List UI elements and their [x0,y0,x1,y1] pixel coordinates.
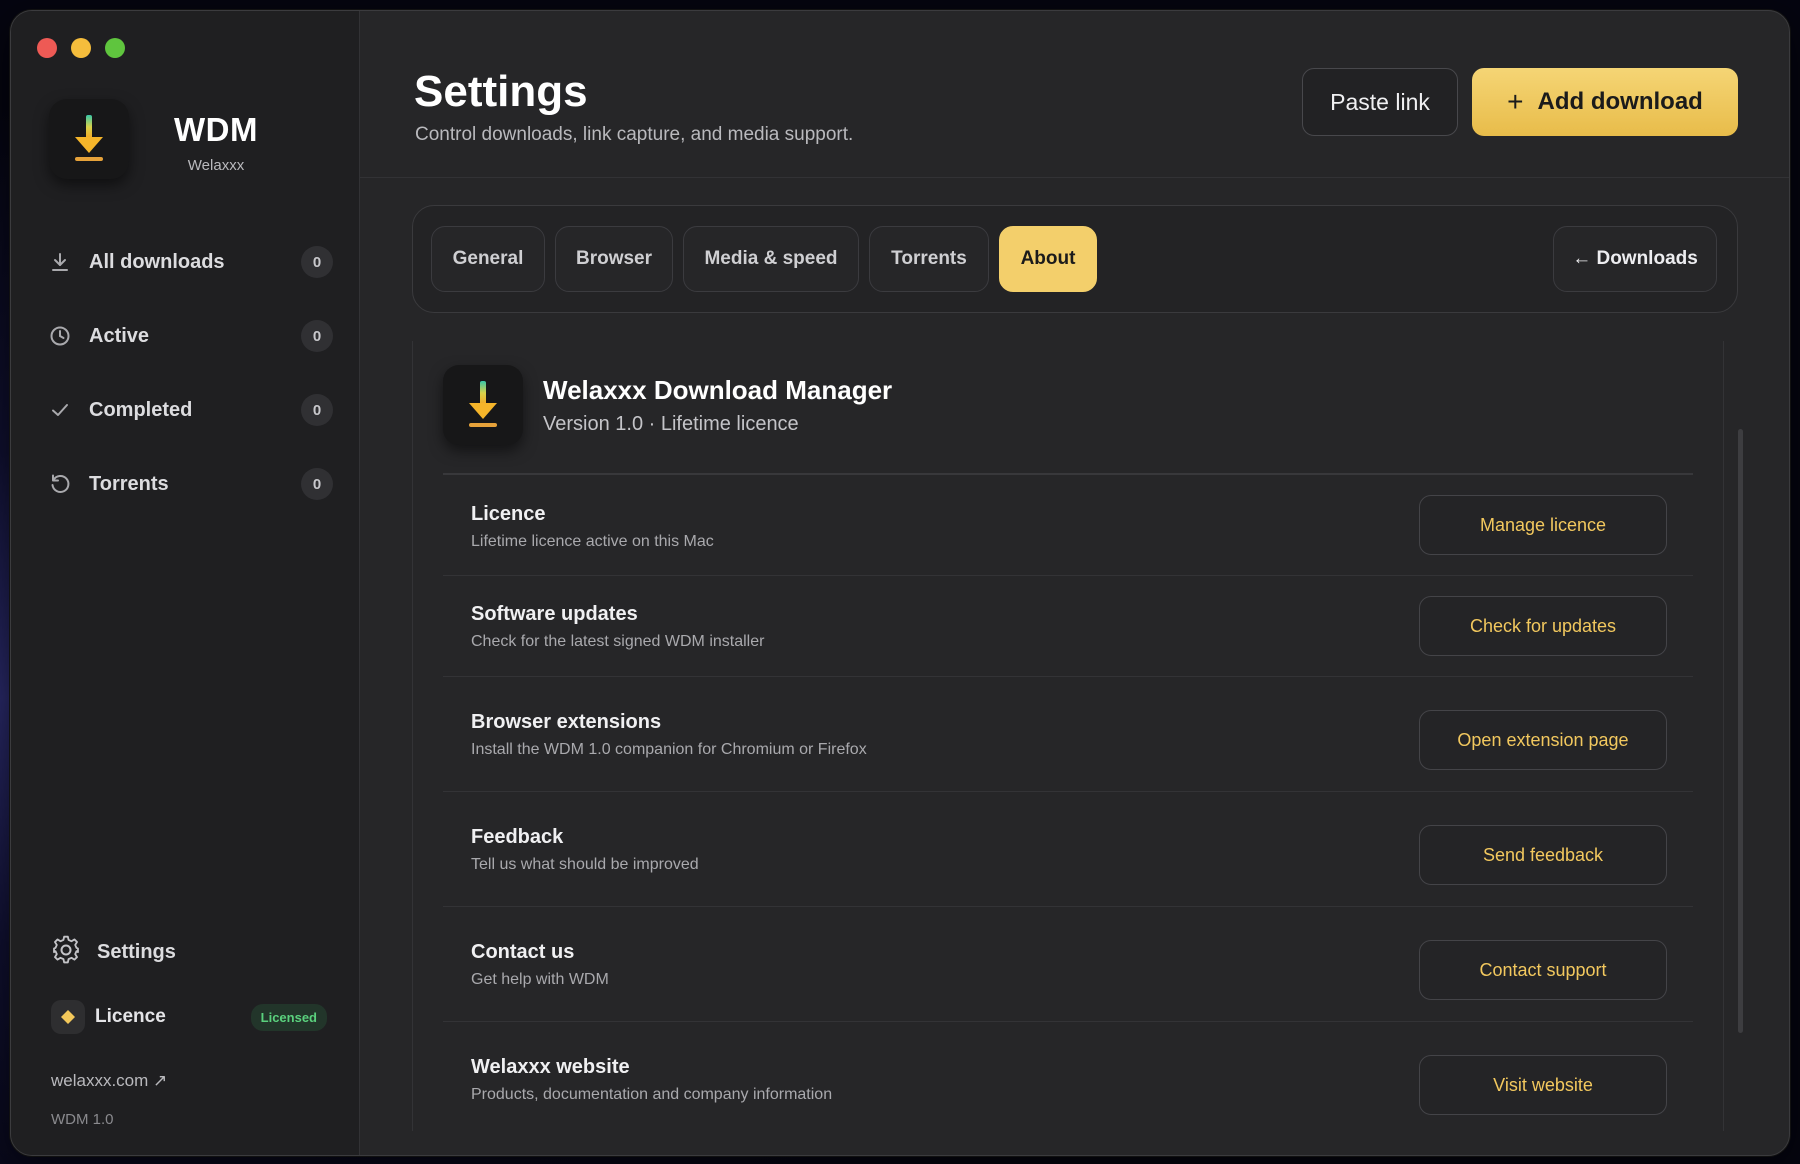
tab-media-speed[interactable]: Media & speed [683,226,859,292]
list-item-licence: Licence Lifetime licence active on this … [443,475,1693,576]
send-feedback-button[interactable]: Send feedback [1419,825,1667,885]
page-subtitle: Control downloads, link capture, and med… [415,124,854,145]
paste-link-button[interactable]: Paste link [1302,68,1458,136]
licensed-status-badge: Licensed [250,1003,327,1031]
scrollbar[interactable] [1738,429,1743,1033]
settings-label: Settings [97,941,176,963]
check-for-updates-button[interactable]: Check for updates [1419,596,1667,656]
count-badge: 0 [301,320,333,352]
add-download-label: Add download [1537,88,1703,115]
settings-tabbar: General Browser Media & speed Torrents A… [412,205,1738,313]
row-title: Browser extensions [471,711,662,733]
manage-licence-button[interactable]: Manage licence [1419,495,1667,555]
sidebar-item-label: Completed [89,398,193,421]
sidebar-item-torrents[interactable]: Torrents 0 [47,447,337,521]
app-name: Welaxxx Download Manager [543,375,893,405]
minimize-window-button[interactable] [71,38,91,58]
website-link[interactable]: welaxxx.com ↗ [51,1071,167,1091]
row-description: Install the WDM 1.0 companion for Chromi… [471,741,867,758]
page-header: Settings Control downloads, link capture… [360,11,1789,178]
count-badge: 0 [301,246,333,278]
download-icon [47,249,73,275]
sidebar: WDM Welaxxx All downloads 0 Active 0 Com… [11,11,360,1155]
clock-icon [47,323,73,349]
licence-label: Licence [95,1006,166,1027]
sidebar-item-label: Torrents [89,472,169,495]
version-line: Version 1.0 · Lifetime licence [543,413,799,435]
count-badge: 0 [301,394,333,426]
version-footer: WDM 1.0 [51,1111,114,1128]
open-extension-page-button[interactable]: Open extension page [1419,710,1667,770]
list-item-welaxxx-website: Welaxxx website Products, documentation … [443,1022,1693,1137]
tab-torrents[interactable]: Torrents [869,226,989,292]
diamond-icon [51,1000,85,1034]
refresh-icon [47,471,73,497]
row-description: Check for the latest signed WDM installe… [471,633,765,650]
window-controls [37,38,125,58]
row-description: Tell us what should be improved [471,856,699,873]
about-panel: Welaxxx Download Manager Version 1.0 · L… [412,341,1724,1131]
brand-title: WDM [174,111,258,148]
row-title: Software updates [471,603,638,625]
row-title: Feedback [471,826,564,848]
row-description: Lifetime licence active on this Mac [471,533,714,550]
visit-website-button[interactable]: Visit website [1419,1055,1667,1115]
tab-browser[interactable]: Browser [555,226,673,292]
plus-icon: + [1507,86,1524,117]
list-item-feedback: Feedback Tell us what should be improved… [443,792,1693,907]
tab-about[interactable]: About [999,226,1097,292]
zoom-window-button[interactable] [105,38,125,58]
app-logo-icon [443,365,523,445]
check-icon [47,397,73,423]
sidebar-nav: All downloads 0 Active 0 Completed 0 Tor… [47,225,337,521]
sidebar-item-label: All downloads [89,250,225,273]
page-title: Settings [414,67,588,116]
sidebar-item-completed[interactable]: Completed 0 [47,373,337,447]
sidebar-item-active[interactable]: Active 0 [47,299,337,373]
main-content: Settings Control downloads, link capture… [360,11,1789,1155]
tab-general[interactable]: General [431,226,545,292]
about-rows: Licence Lifetime licence active on this … [443,475,1693,1137]
count-badge: 0 [301,468,333,500]
sidebar-item-label: Active [89,324,150,347]
list-item-contact-us: Contact us Get help with WDM Contact sup… [443,907,1693,1022]
row-title: Contact us [471,941,575,963]
app-logo-icon [49,99,129,179]
row-title: Welaxxx website [471,1056,630,1078]
sidebar-item-licence[interactable]: Licence Licensed [51,1000,327,1034]
row-title: Licence [471,503,546,525]
close-window-button[interactable] [37,38,57,58]
contact-support-button[interactable]: Contact support [1419,940,1667,1000]
add-download-button[interactable]: + Add download [1472,68,1738,136]
back-to-downloads-button[interactable]: ← Downloads [1553,226,1717,292]
gear-icon [51,935,81,970]
row-description: Products, documentation and company info… [471,1086,833,1103]
sidebar-item-all-downloads[interactable]: All downloads 0 [47,225,337,299]
brand-subtitle: Welaxxx [187,157,245,174]
sidebar-item-settings[interactable]: Settings [51,935,176,970]
app-window: WDM Welaxxx All downloads 0 Active 0 Com… [10,10,1790,1156]
list-item-software-updates: Software updates Check for the latest si… [443,576,1693,677]
list-item-browser-extensions: Browser extensions Install the WDM 1.0 c… [443,677,1693,792]
row-description: Get help with WDM [471,971,609,988]
